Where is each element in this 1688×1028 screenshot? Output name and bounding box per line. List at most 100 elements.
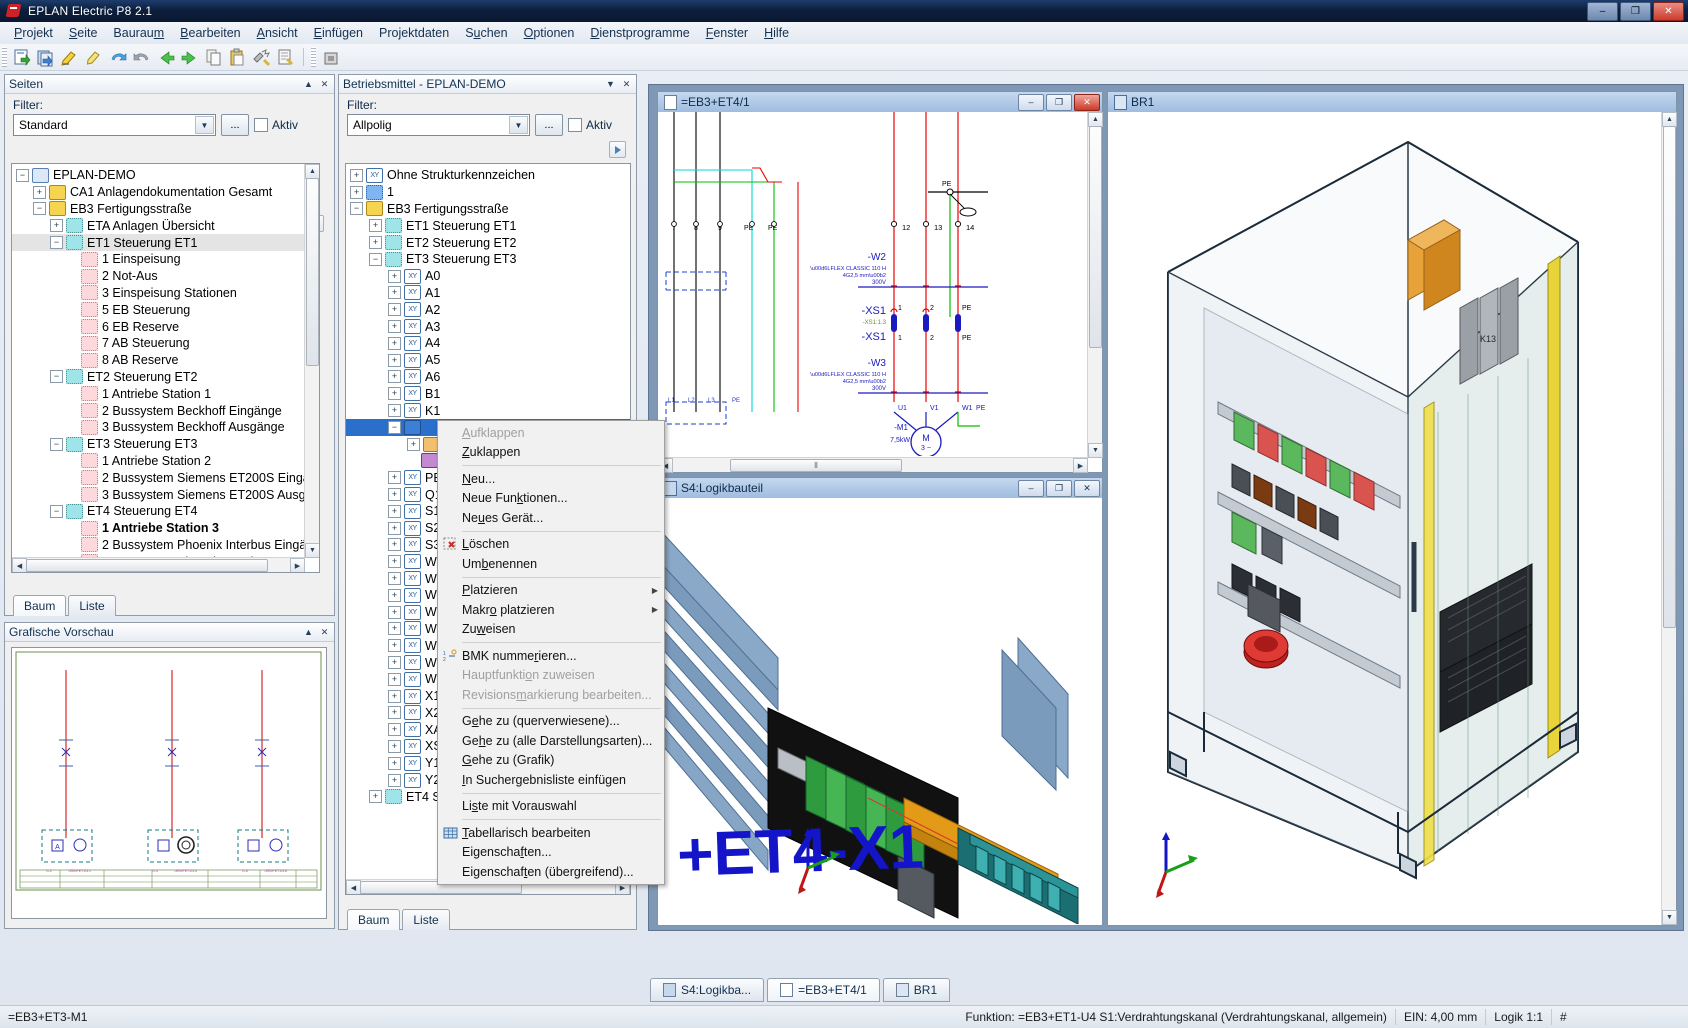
- menu-item-seite[interactable]: Seite: [61, 23, 106, 43]
- tree-row[interactable]: 2 Bussystem Phoenix Interbus Eingänge: [12, 537, 305, 554]
- tree-row[interactable]: +ET2 Steuerung ET2: [346, 234, 630, 251]
- lock-icon[interactable]: [320, 47, 342, 68]
- tree-row[interactable]: +XYK1: [346, 402, 630, 419]
- devices-filter-browse-button[interactable]: ...: [535, 114, 563, 136]
- model3d-window-header[interactable]: S4:Logikbauteil – ❐ ✕: [658, 478, 1102, 498]
- tree-row[interactable]: 6 EB Reserve: [12, 318, 305, 335]
- expand-icon[interactable]: +: [388, 555, 401, 568]
- scroll-down-icon[interactable]: ▼: [1662, 910, 1677, 925]
- expand-icon[interactable]: +: [388, 337, 401, 350]
- pages-tab-baum[interactable]: Baum: [13, 595, 66, 616]
- collapse-icon[interactable]: −: [388, 421, 401, 434]
- tree-row[interactable]: −ET2 Steuerung ET2: [12, 369, 305, 386]
- tree-row[interactable]: +ETA Anlagen Übersicht: [12, 217, 305, 234]
- maximize-button[interactable]: ❐: [1620, 2, 1651, 21]
- expand-icon[interactable]: +: [33, 186, 46, 199]
- collapse-icon[interactable]: −: [50, 438, 63, 451]
- schematic-minimize-button[interactable]: –: [1018, 94, 1044, 111]
- collapse-icon[interactable]: −: [50, 370, 63, 383]
- chevron-down-icon[interactable]: ▼: [195, 116, 214, 134]
- expand-icon[interactable]: +: [388, 690, 401, 703]
- context-menu-item-bmk-nummerieren[interactable]: 12BMK nummerieren...: [438, 646, 664, 666]
- close-button[interactable]: ✕: [1653, 2, 1684, 21]
- scroll-right-icon[interactable]: ▶: [290, 558, 305, 573]
- tree-row[interactable]: −ET3 Steuerung ET3: [346, 251, 630, 268]
- devices-active-checkbox[interactable]: Aktiv: [568, 118, 612, 132]
- tree-row[interactable]: 2 Bussystem Siemens ET200S Eingänge: [12, 469, 305, 486]
- model3d-window[interactable]: S4:Logikbauteil – ❐ ✕: [657, 477, 1103, 926]
- tree-row[interactable]: +XYA3: [346, 318, 630, 335]
- expand-icon[interactable]: +: [388, 706, 401, 719]
- back-icon[interactable]: [155, 47, 177, 68]
- context-menu[interactable]: AufklappenZuklappenNeu...Neue Funktionen…: [437, 420, 665, 885]
- tree-row[interactable]: 1 Antriebe Station 3: [12, 520, 305, 537]
- pages-tree-hthumb[interactable]: [26, 559, 268, 572]
- cabinet-canvas[interactable]: K13: [1108, 112, 1662, 925]
- tree-row[interactable]: −EPLAN-DEMO: [12, 167, 305, 184]
- schematic-window[interactable]: =EB3+ET4/1 – ❐ ✕: [657, 91, 1103, 473]
- expand-icon[interactable]: +: [407, 438, 420, 451]
- collapse-icon[interactable]: −: [50, 236, 63, 249]
- scroll-up-icon[interactable]: ▲: [1662, 112, 1677, 127]
- checkbox-box[interactable]: [568, 118, 582, 132]
- collapse-icon[interactable]: −: [369, 253, 382, 266]
- tree-row[interactable]: 1 Antriebe Station 2: [12, 453, 305, 470]
- cabinet-vthumb[interactable]: [1663, 126, 1676, 628]
- tree-row[interactable]: +XYOhne Strukturkennzeichen: [346, 167, 630, 184]
- context-menu-item-eigenschaften[interactable]: Eigenschaften...: [438, 843, 664, 863]
- expand-icon[interactable]: +: [388, 488, 401, 501]
- expand-icon[interactable]: +: [388, 370, 401, 383]
- toolbar-gripper[interactable]: [2, 47, 7, 67]
- tree-row[interactable]: +1: [346, 184, 630, 201]
- tree-row[interactable]: 2 Not-Aus: [12, 268, 305, 285]
- collapse-icon[interactable]: −: [33, 202, 46, 215]
- tree-row[interactable]: +XYA4: [346, 335, 630, 352]
- expand-icon[interactable]: +: [388, 404, 401, 417]
- expand-icon[interactable]: +: [369, 219, 382, 232]
- tree-row[interactable]: 1 Einspeisung: [12, 251, 305, 268]
- model3d-canvas[interactable]: +ET4-X1: [658, 498, 1102, 925]
- chevron-down-icon[interactable]: ▼: [509, 116, 528, 134]
- schematic-hthumb[interactable]: ⦀: [730, 459, 902, 472]
- tree-row[interactable]: 3 Einspeisung Stationen: [12, 285, 305, 302]
- model3d-close-button[interactable]: ✕: [1074, 480, 1100, 497]
- expand-icon[interactable]: +: [388, 303, 401, 316]
- cabinet-vscrollbar[interactable]: ▲ ▼: [1661, 112, 1676, 925]
- expand-icon[interactable]: +: [388, 723, 401, 736]
- paste-icon[interactable]: [227, 47, 249, 68]
- context-menu-item-liste-mit-vorauswahl[interactable]: Liste mit Vorauswahl: [438, 797, 664, 817]
- script-icon[interactable]: [275, 47, 297, 68]
- tree-row[interactable]: +XYA1: [346, 285, 630, 302]
- menu-item-projekt[interactable]: Projekt: [6, 23, 61, 43]
- expand-icon[interactable]: +: [388, 387, 401, 400]
- scroll-right-icon[interactable]: ▶: [1073, 458, 1088, 473]
- collapse-icon[interactable]: −: [16, 169, 29, 182]
- schematic-hscrollbar[interactable]: ◀ ⦀ ▶: [658, 457, 1088, 472]
- schematic-vscrollbar[interactable]: ▲ ▼: [1087, 112, 1102, 458]
- menu-item-hilfe[interactable]: Hilfe: [756, 23, 797, 43]
- menu-item-suchen[interactable]: Suchen: [457, 23, 515, 43]
- minimize-button[interactable]: –: [1587, 2, 1618, 21]
- schematic-window-header[interactable]: =EB3+ET4/1 – ❐ ✕: [658, 92, 1102, 112]
- pages-tree-vscrollbar[interactable]: ▲ ▼: [304, 164, 319, 558]
- tree-row[interactable]: −ET4 Steuerung ET4: [12, 503, 305, 520]
- expand-icon[interactable]: +: [350, 169, 363, 182]
- menu-item-dienstprogramme[interactable]: Dienstprogramme: [582, 23, 697, 43]
- context-menu-item-gehe-zu-alle-darstellungsarten[interactable]: Gehe zu (alle Darstellungsarten)...: [438, 731, 664, 751]
- tree-row[interactable]: −EB3 Fertigungsstraße: [346, 201, 630, 218]
- schematic-close-button[interactable]: ✕: [1074, 94, 1100, 111]
- expand-icon[interactable]: +: [388, 656, 401, 669]
- tree-row[interactable]: −ET1 Steuerung ET1: [12, 234, 305, 251]
- pages-tree-vthumb[interactable]: [306, 178, 319, 366]
- scroll-down-icon[interactable]: ▼: [1088, 443, 1103, 458]
- tree-row[interactable]: 3 Bussystem Beckhoff Ausgänge: [12, 419, 305, 436]
- tree-row[interactable]: 7 AB Steuerung: [12, 335, 305, 352]
- expand-icon[interactable]: +: [388, 774, 401, 787]
- tree-row[interactable]: +XYB1: [346, 385, 630, 402]
- expand-icon[interactable]: +: [388, 622, 401, 635]
- highlighter-icon[interactable]: [83, 47, 105, 68]
- expand-icon[interactable]: +: [388, 354, 401, 367]
- pages-filter-combo[interactable]: Standard ▼: [13, 114, 216, 136]
- expand-icon[interactable]: +: [388, 740, 401, 753]
- expand-icon[interactable]: +: [388, 589, 401, 602]
